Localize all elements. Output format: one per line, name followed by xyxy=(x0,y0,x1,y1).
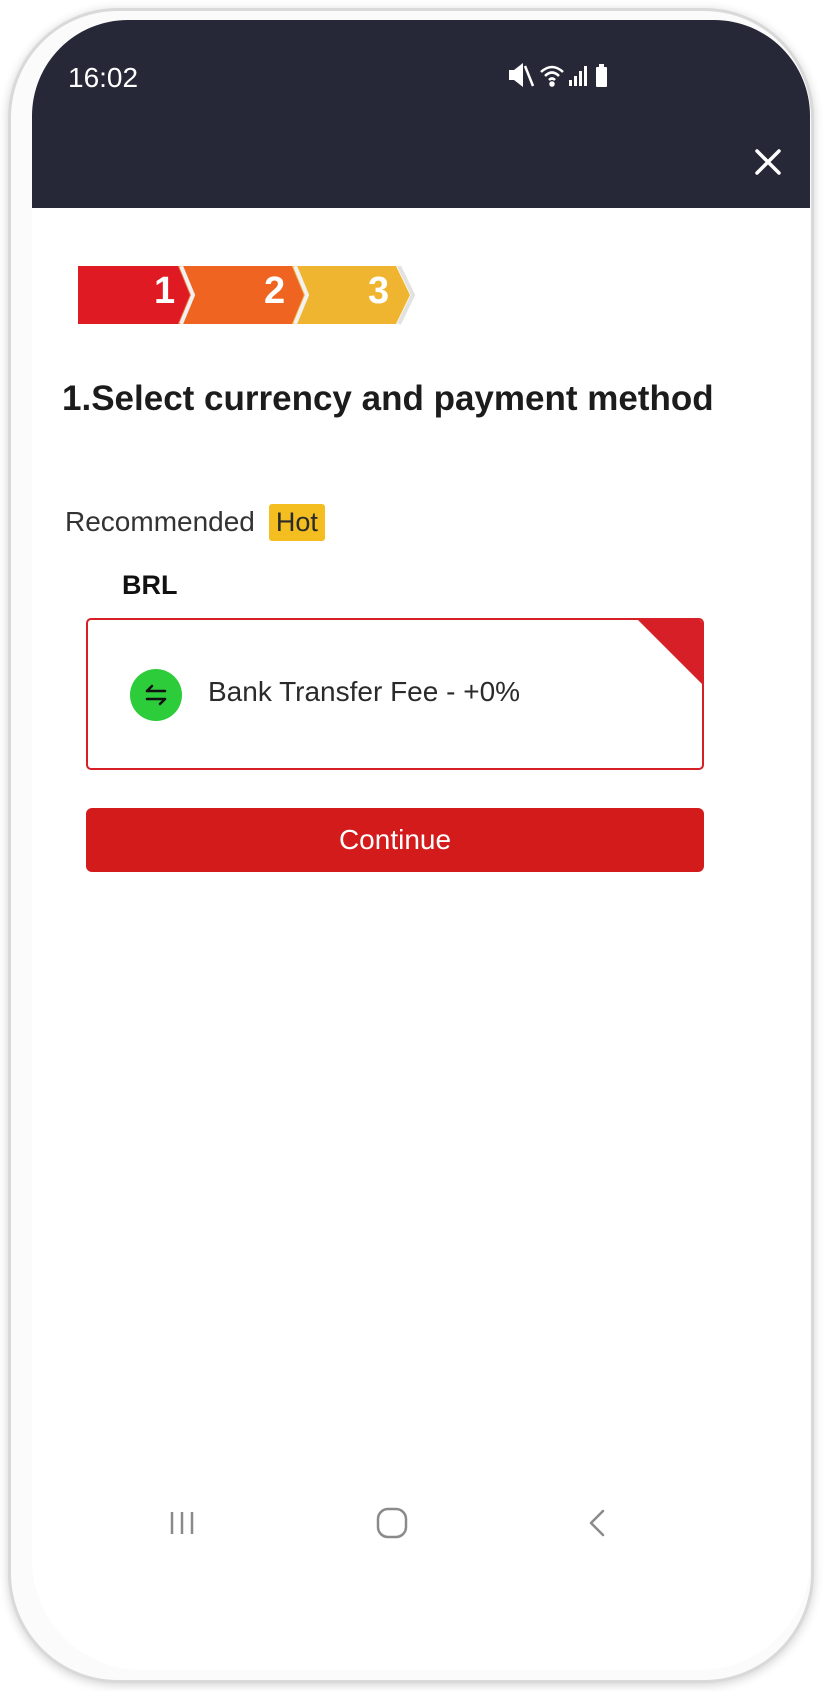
back-icon xyxy=(589,1509,605,1537)
system-nav-bar xyxy=(32,1490,810,1570)
continue-button[interactable]: Continue xyxy=(86,808,704,872)
status-time: 16:02 xyxy=(68,62,139,93)
home-button[interactable] xyxy=(352,1490,432,1560)
wifi-icon xyxy=(540,65,564,87)
back-button[interactable] xyxy=(557,1490,637,1560)
signal-icon xyxy=(569,66,587,86)
step-indicator: 1 2 3 xyxy=(78,266,478,326)
mute-icon xyxy=(509,63,535,87)
recommended-label: Recommended xyxy=(65,506,255,537)
app-header: 16:02 xyxy=(32,20,810,208)
close-icon xyxy=(755,149,781,175)
transfer-arrows-icon xyxy=(130,669,182,721)
battery-icon xyxy=(596,64,607,87)
home-icon xyxy=(376,1507,408,1539)
recent-apps-icon xyxy=(170,1512,194,1534)
app-screen: 16:02 1 2 3 1.Select currency and paymen… xyxy=(32,20,810,1670)
payment-method-label: Bank Transfer Fee - +0% xyxy=(208,676,521,707)
step-3-number: 3 xyxy=(368,270,390,312)
selected-corner-indicator xyxy=(638,620,702,684)
close-button[interactable] xyxy=(744,138,792,186)
currency-label: BRL xyxy=(122,570,178,600)
status-icons xyxy=(509,63,607,87)
recommended-row: Recommended Hot xyxy=(65,502,325,542)
step-2-number: 2 xyxy=(264,270,286,312)
step-3-segment xyxy=(292,266,410,324)
hot-badge: Hot xyxy=(268,503,325,541)
step-1-number: 1 xyxy=(154,270,176,312)
page-title: 1.Select currency and payment method xyxy=(62,379,714,418)
payment-method-option[interactable]: Bank Transfer Fee - +0% xyxy=(86,618,704,770)
recent-apps-button[interactable] xyxy=(142,1490,222,1560)
